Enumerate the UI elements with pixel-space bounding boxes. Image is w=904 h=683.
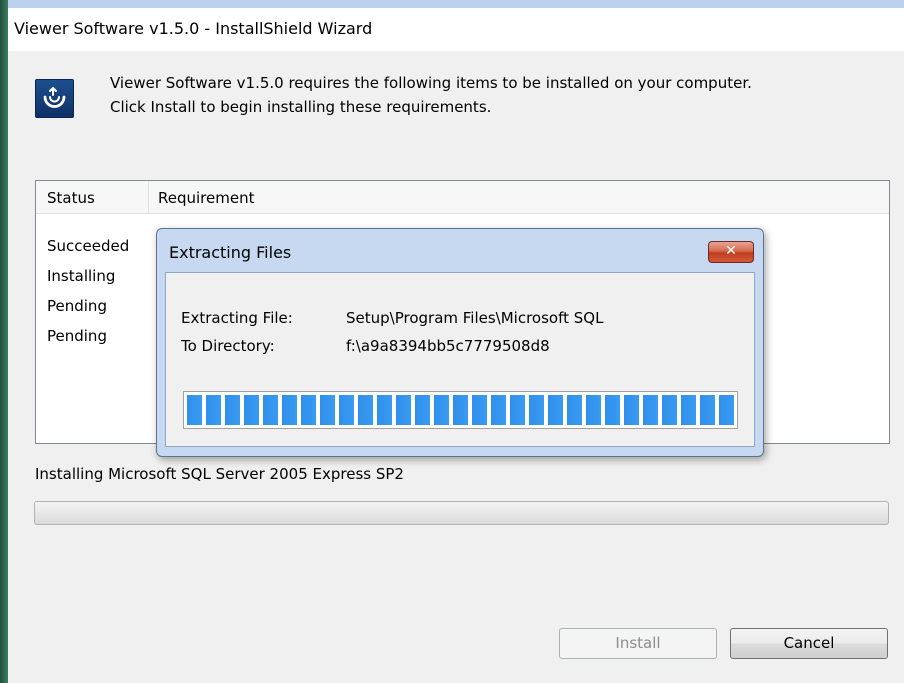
install-status-text: Installing Microsoft SQL Server 2005 Exp… — [35, 465, 404, 483]
requirement-status: Succeeded — [47, 237, 130, 255]
extracting-file-value: Setup\Program Files\Microsoft SQL — [346, 309, 604, 327]
extract-progress-bar — [183, 391, 738, 429]
install-button[interactable]: Install — [559, 628, 717, 659]
installer-icon — [35, 79, 74, 118]
cancel-button[interactable]: Cancel — [730, 628, 888, 659]
requirement-status: Installing — [47, 267, 116, 285]
window-title: Viewer Software v1.5.0 - InstallShield W… — [14, 19, 373, 38]
dialog-body: Extracting File: Setup\Program Files\Mic… — [165, 272, 755, 447]
requirement-status: Pending — [47, 327, 107, 345]
extract-progress-fill — [187, 395, 734, 425]
title-bar[interactable]: Viewer Software v1.5.0 - InstallShield W… — [8, 8, 904, 51]
to-directory-label: To Directory: — [181, 337, 275, 355]
extracting-files-dialog: Extracting Files ✕ Extracting File: Setu… — [156, 228, 764, 457]
column-header-requirement[interactable]: Requirement — [158, 189, 254, 207]
dialog-title: Extracting Files — [169, 243, 292, 262]
intro-text-line2: Click Install to begin installing these … — [110, 98, 492, 116]
to-directory-value: f:\a9a8394bb5c7779508d8 — [346, 337, 550, 355]
install-progress-bar — [34, 501, 889, 525]
requirements-list-header: Status Requirement — [36, 181, 889, 214]
intro-text-line1: Viewer Software v1.5.0 requires the foll… — [110, 74, 752, 92]
close-icon[interactable]: ✕ — [708, 241, 754, 263]
requirement-status: Pending — [47, 297, 107, 315]
column-separator — [148, 181, 149, 213]
column-header-status[interactable]: Status — [47, 189, 95, 207]
extracting-file-label: Extracting File: — [181, 309, 293, 327]
